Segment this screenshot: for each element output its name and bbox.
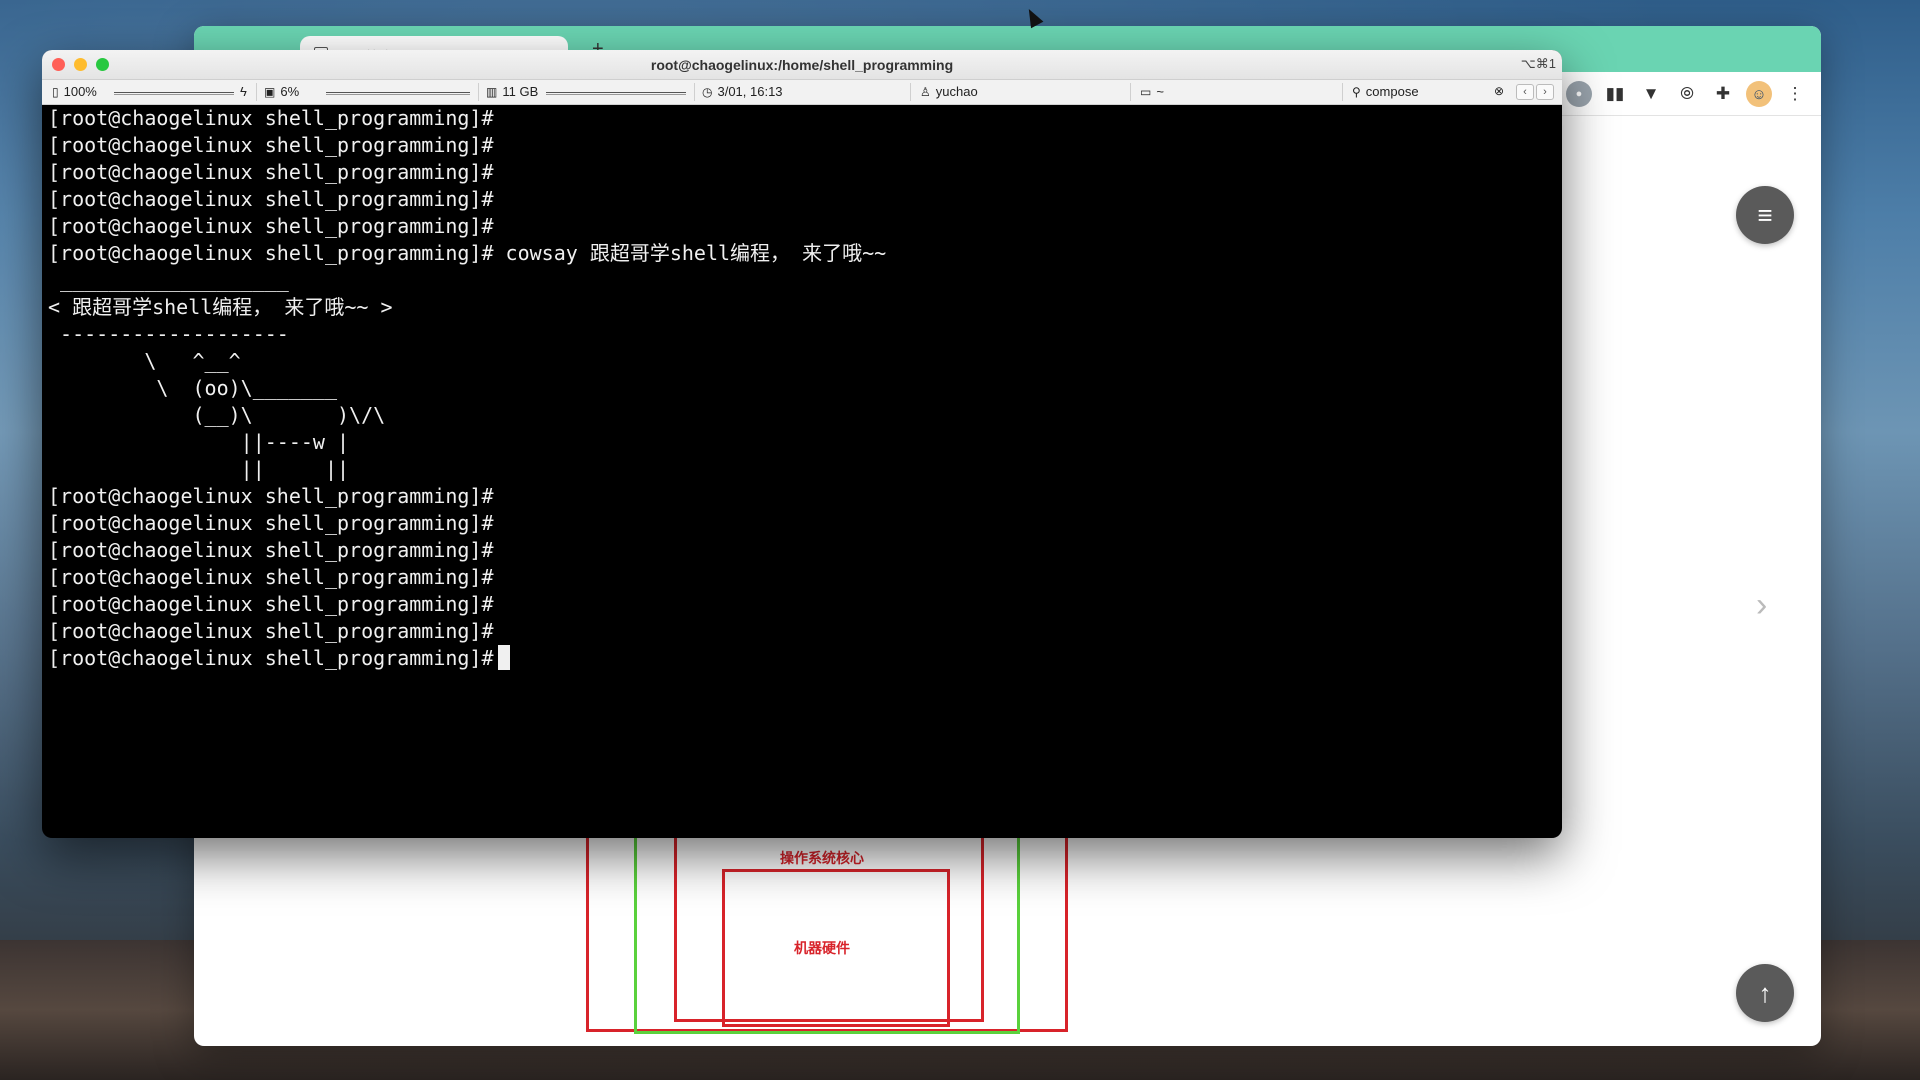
avatar[interactable]: ☺ xyxy=(1746,81,1772,107)
terminal-line: || || xyxy=(48,457,350,481)
memory-status: ▥ 11 GB xyxy=(486,84,538,99)
arrow-up-icon: ↑ xyxy=(1758,977,1772,1008)
terminal-status-bar: ▯ 100% ϟ ▣ 6% ▥ 11 GB ◷ 3/01, 16:13 ♙ yu… xyxy=(42,80,1562,105)
user-icon: ♙ xyxy=(920,84,931,99)
terminal-title: root@chaogelinux:/home/shell_programming xyxy=(650,57,954,73)
battery-bar xyxy=(114,92,234,95)
clock-icon: ◷ xyxy=(702,84,713,99)
cpu-icon: ▣ xyxy=(264,84,276,99)
menu-icon: ≡ xyxy=(1757,199,1773,230)
battery-status: ▯ 100% xyxy=(52,84,97,99)
divider xyxy=(1130,83,1131,101)
terminal-line: \ ^__^ xyxy=(48,349,241,373)
terminal-line: [root@chaogelinux shell_programming]# xyxy=(48,160,494,184)
divider xyxy=(1342,83,1343,101)
folder-icon: ▭ xyxy=(1140,84,1152,99)
divider xyxy=(910,83,911,101)
terminal-window[interactable]: root@chaogelinux:/home/shell_programming… xyxy=(42,50,1562,838)
terminal-line: [root@chaogelinux shell_programming]# xyxy=(48,133,494,157)
datetime-status: ◷ 3/01, 16:13 xyxy=(702,84,783,99)
user-status: ♙ yuchao xyxy=(920,84,978,99)
clear-search-icon[interactable]: ⊗ xyxy=(1494,84,1504,98)
divider xyxy=(478,83,479,101)
memory-value: 11 GB xyxy=(502,84,539,99)
search-prev-button[interactable]: ‹ xyxy=(1516,84,1534,100)
terminal-line: ||----w | xyxy=(48,430,350,454)
terminal-line: [root@chaogelinux shell_programming]# co… xyxy=(48,241,887,265)
terminal-line: ___________________ xyxy=(48,268,289,292)
puzzle-icon[interactable]: ✚ xyxy=(1710,81,1736,107)
chevron-right-icon[interactable]: › xyxy=(1756,586,1767,625)
vue-devtools-icon[interactable]: ▼ xyxy=(1638,81,1664,107)
directory-value: ~ xyxy=(1156,84,1164,99)
cpu-value: 6% xyxy=(280,84,300,99)
search-next-button[interactable]: › xyxy=(1536,84,1554,100)
terminal-line: ------------------- xyxy=(48,322,289,346)
memory-icon: ▥ xyxy=(486,84,498,99)
terminal-line: [root@chaogelinux shell_programming]# xyxy=(48,592,494,616)
search-input[interactable]: compose xyxy=(1366,84,1419,99)
directory-status: ▭ ~ xyxy=(1140,84,1164,99)
memory-bar xyxy=(546,92,686,95)
terminal-line: (__)\ )\/\ xyxy=(48,403,386,427)
audio-wave-icon[interactable]: ▮▮ xyxy=(1602,81,1628,107)
user-value: yuchao xyxy=(935,84,978,99)
terminal-line: [root@chaogelinux shell_programming]# xyxy=(48,565,494,589)
cpu-graph xyxy=(326,92,470,95)
code-brackets-icon[interactable]: ⦾ xyxy=(1674,81,1700,107)
terminal-cursor xyxy=(497,645,510,670)
scroll-top-button[interactable]: ↑ xyxy=(1736,964,1794,1022)
terminal-prompt: [root@chaogelinux shell_programming]# xyxy=(48,646,494,670)
terminal-active-line[interactable]: [root@chaogelinux shell_programming]# xyxy=(48,645,1556,672)
terminal-search[interactable]: ⚲ compose xyxy=(1352,84,1419,99)
terminal-line: < 跟超哥学shell编程， 来了哦~~ > xyxy=(48,295,393,319)
terminal-line: [root@chaogelinux shell_programming]# xyxy=(48,511,494,535)
terminal-line: [root@chaogelinux shell_programming]# xyxy=(48,619,494,643)
terminal-line: [root@chaogelinux shell_programming]# xyxy=(48,214,494,238)
extension-icon[interactable]: ● xyxy=(1566,81,1592,107)
battery-icon: ▯ xyxy=(52,84,59,99)
divider xyxy=(694,83,695,101)
more-vert-icon[interactable]: ⋮ xyxy=(1782,81,1808,107)
cpu-status: ▣ 6% xyxy=(264,84,299,99)
lightning-icon: ϟ xyxy=(240,84,247,99)
terminal-line: \ (oo)\_______ xyxy=(48,376,337,400)
terminal-output[interactable]: [root@chaogelinux shell_programming]# [r… xyxy=(48,105,1556,830)
diagram-hardware-label: 机器硬件 xyxy=(794,940,850,956)
battery-value: 100% xyxy=(63,84,97,99)
terminal-line: [root@chaogelinux shell_programming]# xyxy=(48,187,494,211)
terminal-shortcut: ⌥⌘1 xyxy=(1520,56,1556,71)
datetime-value: 3/01, 16:13 xyxy=(717,84,783,99)
diagram-kernel-label: 操作系统核心 xyxy=(780,850,864,866)
menu-button[interactable]: ≡ xyxy=(1736,186,1794,244)
terminal-line: [root@chaogelinux shell_programming]# xyxy=(48,484,494,508)
divider xyxy=(256,83,257,101)
terminal-line: [root@chaogelinux shell_programming]# xyxy=(48,538,494,562)
terminal-titlebar[interactable]: root@chaogelinux:/home/shell_programming… xyxy=(42,50,1562,80)
search-icon: ⚲ xyxy=(1352,84,1361,99)
terminal-line: [root@chaogelinux shell_programming]# xyxy=(48,106,494,130)
